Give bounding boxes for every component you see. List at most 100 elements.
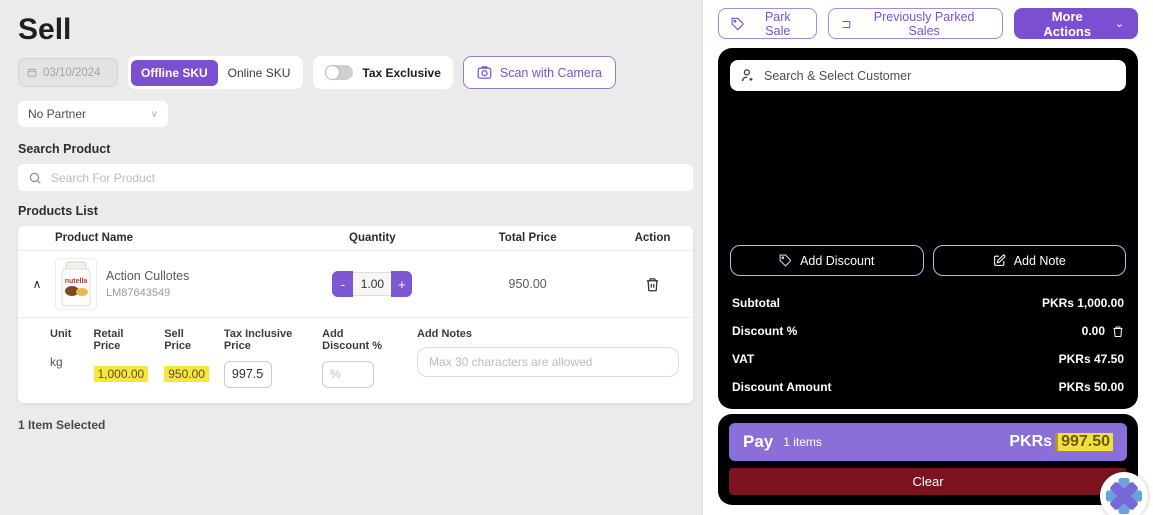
search-product-label: Search Product (18, 142, 692, 156)
items-selected-count: 1 Item Selected (18, 418, 692, 432)
subtotal-label: Subtotal (732, 296, 780, 310)
column-total-price: Total Price (443, 232, 612, 244)
retail-price-value: 1,000.00 (94, 366, 149, 382)
sku-toggle-group: Offline SKU Online SKU (128, 56, 303, 89)
tax-inclusive-price-field: Tax Inclusive Price (224, 328, 304, 388)
products-table: Product Name Quantity Total Price Action… (18, 226, 693, 403)
add-discount-input[interactable] (322, 361, 374, 388)
chevron-down-icon: ⌄ (1115, 17, 1124, 30)
add-notes-input[interactable] (417, 347, 679, 377)
add-notes-label: Add Notes (417, 328, 679, 340)
sale-date-field[interactable] (18, 58, 118, 87)
cart-actions: Add Discount Add Note (730, 245, 1126, 276)
pay-items-count: 1 items (783, 435, 822, 449)
search-icon (28, 171, 42, 185)
vat-row: VAT PKRs 47.50 (730, 345, 1126, 373)
pay-amount: PKRs 997.50 (1009, 433, 1113, 451)
trash-icon (645, 276, 660, 293)
asterisk-star-icon (1104, 476, 1144, 515)
product-sku: LM87643549 (106, 287, 189, 299)
vat-label: VAT (732, 352, 754, 366)
delete-row-button[interactable] (645, 276, 660, 293)
sell-section: Sell Offline SKU Online SKU Tax Exclusiv… (0, 0, 703, 515)
add-discount-button[interactable]: Add Discount (730, 245, 924, 276)
previously-parked-sales-label: Previously Parked Sales (859, 10, 990, 38)
discount-amount-label: Discount Amount (732, 380, 832, 394)
product-name-block: Action Cullotes LM87643549 (106, 269, 189, 299)
product-jar-graphic: nutella (59, 261, 93, 307)
column-action: Action (612, 232, 693, 244)
clear-button[interactable]: Clear (729, 468, 1127, 495)
product-detail-row: Unit kg Retail Price 1,000.00 Sell Price… (18, 317, 693, 403)
quantity-value[interactable]: 1.00 (353, 272, 391, 296)
edit-note-icon (993, 254, 1006, 267)
add-discount-label: Add Discount % (322, 328, 391, 352)
product-name: Action Cullotes (106, 269, 189, 283)
cart-section: Park Sale ⊐ Previously Parked Sales More… (703, 0, 1153, 515)
sell-price-label: Sell Price (164, 328, 209, 352)
subtotal-value: PKRs 1,000.00 (1042, 296, 1124, 310)
tax-exclusive-control: Tax Exclusive (313, 56, 453, 89)
customer-search-input[interactable] (764, 69, 1116, 83)
support-widget-button[interactable] (1100, 472, 1148, 515)
quantity-increase-button[interactable]: + (391, 271, 412, 297)
online-sku-tab[interactable]: Online SKU (218, 60, 301, 86)
more-actions-label: More Actions (1028, 9, 1107, 39)
cart-panel: Add Discount Add Note Subtotal PKRs 1,00… (718, 48, 1138, 409)
products-table-header: Product Name Quantity Total Price Action (18, 226, 693, 251)
add-discount-label: Add Discount (800, 254, 874, 268)
sell-toolbar: Offline SKU Online SKU Tax Exclusive Sca… (18, 56, 692, 89)
parked-sales-icon: ⊐ (841, 16, 851, 31)
column-quantity: Quantity (302, 232, 444, 244)
toggle-knob (326, 66, 339, 79)
tax-exclusive-label: Tax Exclusive (362, 66, 441, 80)
unit-field: Unit kg (50, 328, 75, 388)
discount-percent-value: 0.00 (1082, 324, 1105, 338)
retail-price-field: Retail Price 1,000.00 (94, 328, 149, 388)
camera-icon (477, 65, 492, 80)
sell-price-field: Sell Price 950.00 (164, 328, 209, 388)
add-note-button[interactable]: Add Note (933, 245, 1127, 276)
quantity-cell: - 1.00 + (302, 271, 444, 297)
pay-currency: PKRs (1009, 433, 1052, 451)
cart-topbar: Park Sale ⊐ Previously Parked Sales More… (718, 8, 1138, 39)
unit-label: Unit (50, 328, 75, 340)
retail-price-label: Retail Price (94, 328, 149, 352)
tax-exclusive-toggle[interactable] (325, 65, 353, 80)
product-image: nutella (55, 258, 97, 310)
subtotal-row: Subtotal PKRs 1,000.00 (730, 289, 1126, 317)
trash-icon[interactable] (1112, 325, 1124, 338)
add-notes-field: Add Notes (417, 328, 679, 388)
previously-parked-sales-button[interactable]: ⊐ Previously Parked Sales (828, 8, 1003, 39)
discount-amount-row: Discount Amount PKRs 50.00 (730, 373, 1126, 401)
offline-sku-tab[interactable]: Offline SKU (131, 60, 218, 86)
tax-inclusive-price-label: Tax Inclusive Price (224, 328, 304, 352)
partner-select-value: No Partner (28, 107, 86, 121)
park-sale-button[interactable]: Park Sale (718, 8, 817, 39)
pay-button[interactable]: Pay 1 items PKRs 997.50 (729, 423, 1127, 461)
scan-with-camera-label: Scan with Camera (500, 66, 602, 80)
add-note-label: Add Note (1014, 254, 1066, 268)
discount-percent-label: Discount % (732, 324, 797, 338)
calendar-icon (27, 66, 37, 79)
page-title: Sell (18, 13, 692, 47)
sell-price-value: 950.00 (164, 366, 209, 382)
tag-icon (731, 17, 745, 31)
product-search-input[interactable] (51, 171, 683, 185)
more-actions-button[interactable]: More Actions ⌄ (1014, 8, 1138, 39)
tag-icon (779, 254, 792, 267)
pay-label: Pay (743, 432, 773, 452)
tax-inclusive-price-input[interactable] (224, 361, 272, 388)
column-product-name: Product Name (18, 232, 302, 244)
sale-date-input[interactable] (43, 67, 109, 79)
partner-select[interactable]: No Partner ∨ (18, 101, 168, 127)
collapse-row-icon[interactable]: ∧ (28, 277, 46, 291)
table-row: ∧ nutella Action Cullotes LM (18, 251, 693, 317)
vat-value: PKRs 47.50 (1059, 352, 1124, 366)
products-list-label: Products List (18, 204, 692, 218)
quantity-decrease-button[interactable]: - (332, 271, 353, 297)
scan-with-camera-button[interactable]: Scan with Camera (463, 56, 616, 89)
total-price-cell: 950.00 (443, 277, 612, 291)
row-total-price: 950.00 (509, 277, 547, 291)
svg-text:nutella: nutella (65, 278, 88, 285)
